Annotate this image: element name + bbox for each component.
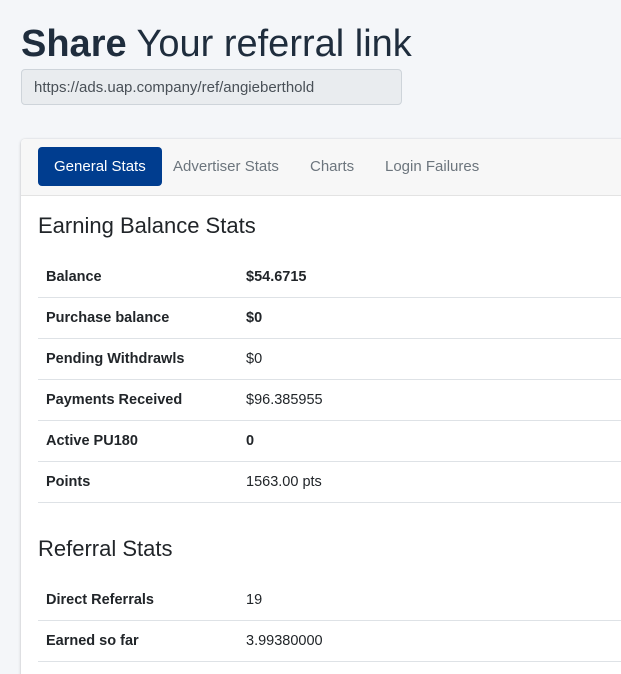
stat-label: Pending Withdrawls xyxy=(38,338,238,380)
stat-value: $54.6715 xyxy=(238,257,621,298)
table-row: Active PU180 0 xyxy=(38,420,621,462)
table-row: Pending Withdrawls $0 xyxy=(38,338,621,380)
stat-value: 1563.00 pts xyxy=(238,461,621,503)
table-row: Direct Referrals 19 xyxy=(38,580,621,621)
earning-balance-stats-title: Earning Balance Stats xyxy=(38,213,256,238)
table-row: Payments Received $96.385955 xyxy=(38,379,621,421)
tab-login-failures[interactable]: Login Failures xyxy=(369,147,495,186)
stat-value: $0 xyxy=(238,297,621,339)
table-row: Earned so far 3.99380000 xyxy=(38,620,621,662)
stat-label: Purchase balance xyxy=(38,297,238,339)
stat-label: Balance xyxy=(38,257,238,298)
page-title-strong: Share xyxy=(21,23,127,65)
stat-label: Direct Referrals xyxy=(38,580,238,621)
referral-stats-table: Direct Referrals 19 Earned so far 3.9938… xyxy=(38,580,621,662)
referral-link-field[interactable] xyxy=(21,69,402,105)
page-title: Share Your referral link xyxy=(21,20,412,68)
table-row: Purchase balance $0 xyxy=(38,297,621,339)
page-title-rest: Your referral link xyxy=(126,23,412,65)
tab-general-stats[interactable]: General Stats xyxy=(38,147,162,186)
table-row: Points 1563.00 pts xyxy=(38,461,621,503)
stat-label: Earned so far xyxy=(38,620,238,662)
table-row: Balance $54.6715 xyxy=(38,257,621,298)
stat-label: Active PU180 xyxy=(38,420,238,462)
stat-value: 0 xyxy=(238,420,621,462)
referral-stats-title: Referral Stats xyxy=(38,536,173,561)
stat-value: $0 xyxy=(238,338,621,380)
stat-label: Points xyxy=(38,461,238,503)
stats-card: General Stats Advertiser Stats Charts Lo… xyxy=(21,139,621,674)
tab-charts[interactable]: Charts xyxy=(294,147,370,186)
stat-value: 3.99380000 xyxy=(238,620,621,662)
stat-value: $96.385955 xyxy=(238,379,621,421)
tab-bar: General Stats Advertiser Stats Charts Lo… xyxy=(21,139,621,196)
page: Share Your referral link General Stats A… xyxy=(0,0,621,674)
stat-value: 19 xyxy=(238,580,621,621)
earning-stats-table: Balance $54.6715 Purchase balance $0 Pen… xyxy=(38,257,621,503)
tab-advertiser-stats[interactable]: Advertiser Stats xyxy=(157,147,295,186)
stat-label: Payments Received xyxy=(38,379,238,421)
